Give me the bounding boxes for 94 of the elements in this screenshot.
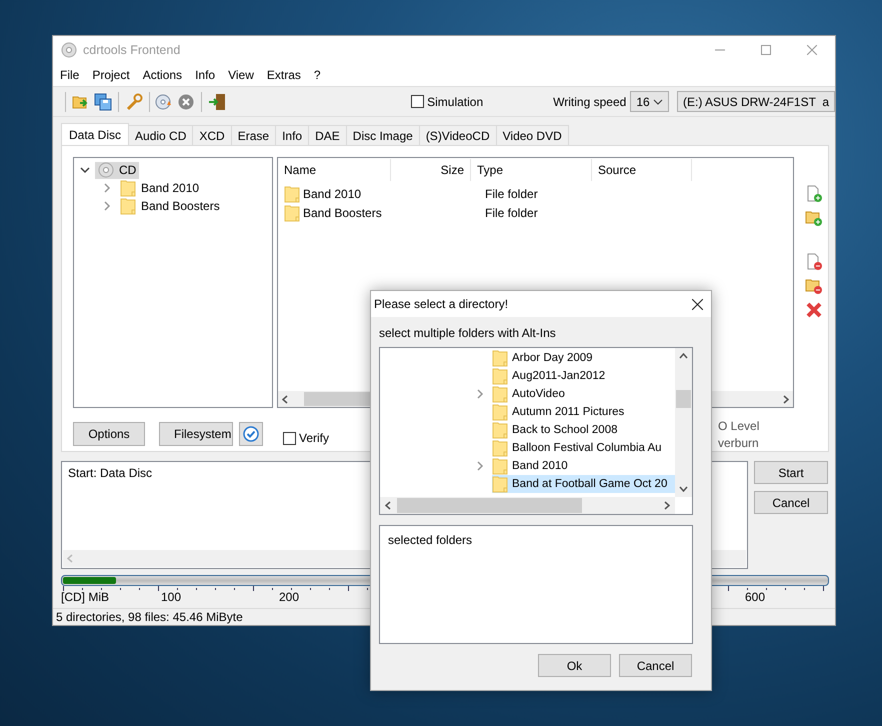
folder-item[interactable]: Balloon Festival Columbia Au xyxy=(492,439,672,457)
tree-item[interactable]: CD xyxy=(95,162,140,178)
folder-item[interactable]: Arbor Day 2009 xyxy=(492,349,603,367)
scroll-down-icon[interactable] xyxy=(679,486,688,492)
column-header[interactable]: Name xyxy=(278,159,391,181)
simulation-checkbox[interactable]: Simulation xyxy=(411,94,484,108)
action-button[interactable]: Start xyxy=(754,461,828,484)
disc-icon xyxy=(98,162,114,178)
scroll-thumb[interactable] xyxy=(397,498,582,513)
folder-icon xyxy=(492,385,508,403)
column-header[interactable]: Source xyxy=(592,159,692,181)
folder-item[interactable]: Autumn 2011 Pictures xyxy=(492,403,634,421)
name-cell: Band Boosters xyxy=(284,204,397,222)
menu-item[interactable]: Info xyxy=(189,68,222,82)
type-cell: File folder xyxy=(485,206,538,220)
add-folder-icon[interactable] xyxy=(805,209,823,227)
delete-icon[interactable] xyxy=(805,301,823,319)
options-button[interactable]: Options xyxy=(73,422,145,446)
caret-icon xyxy=(652,98,663,104)
folder-icon xyxy=(492,439,508,457)
writing-speed-label: Writing speed xyxy=(553,94,626,108)
folder-icon xyxy=(492,403,508,421)
close-icon[interactable] xyxy=(692,298,703,310)
tab[interactable]: Video DVD xyxy=(496,125,569,145)
action-button[interactable]: Cancel xyxy=(754,491,828,514)
folder-icon xyxy=(284,184,300,202)
selected-folders-label: selected folders xyxy=(388,533,472,547)
scale-label: [CD] MiB xyxy=(61,590,109,604)
scroll-left-icon[interactable] xyxy=(282,394,288,404)
tab[interactable]: (S)VideoCD xyxy=(418,125,497,145)
verify-checkbox[interactable]: Verify xyxy=(283,431,330,445)
dialog-title: Please select a directory! xyxy=(374,297,508,311)
menu-item[interactable]: File xyxy=(54,68,86,82)
remove-folder-icon[interactable] xyxy=(805,277,823,295)
scroll-right-icon[interactable] xyxy=(783,394,789,404)
collapse-chevron-icon[interactable] xyxy=(80,166,90,174)
vertical-scrollbar[interactable] xyxy=(675,348,692,497)
add-file-icon[interactable] xyxy=(805,185,823,203)
scale-label: 200 xyxy=(279,590,300,604)
scale-label: 600 xyxy=(745,590,766,604)
menu-item[interactable]: ? xyxy=(308,68,327,82)
remove-file-icon[interactable] xyxy=(805,253,823,271)
type-cell: File folder xyxy=(485,186,538,200)
drive-dropdown[interactable]: (E:) ASUS DRW-24F1ST a xyxy=(676,91,835,112)
dialog-button[interactable]: Ok xyxy=(538,654,611,677)
folder-item[interactable]: Band at Football Game Oct 20 xyxy=(492,475,675,493)
folder-item[interactable]: Aug2011-Jan2012 xyxy=(492,367,616,385)
folder-icon xyxy=(492,457,508,475)
dialog-button[interactable]: Cancel xyxy=(619,654,692,677)
menu-item[interactable]: Project xyxy=(86,68,136,82)
window-title: cdrtools Frontend xyxy=(83,43,182,57)
folder-item[interactable]: AutoVideo xyxy=(492,385,575,403)
check-button[interactable] xyxy=(239,422,263,446)
disc-icon xyxy=(61,42,77,58)
menu-item[interactable]: Extras xyxy=(260,68,307,82)
exit-icon[interactable] xyxy=(208,92,226,110)
tree-item[interactable]: Band 2010 xyxy=(117,180,202,196)
folder-icon xyxy=(492,349,508,367)
folder-icon xyxy=(284,204,300,222)
expand-chevron-icon[interactable] xyxy=(476,461,484,471)
save-icon[interactable] xyxy=(94,92,112,110)
maximize-icon[interactable] xyxy=(761,45,771,55)
menu-item[interactable]: View xyxy=(222,68,260,82)
menu-item[interactable]: Actions xyxy=(136,68,188,82)
checkmark-icon xyxy=(243,426,259,442)
tree-item[interactable]: Band Boosters xyxy=(117,198,223,214)
option-label: O Level xyxy=(718,418,760,435)
column-header[interactable]: Size xyxy=(391,159,471,181)
scroll-up-icon[interactable] xyxy=(679,353,688,359)
dialog-hint: select multiple folders with Alt-Ins xyxy=(379,326,557,342)
scroll-right-icon[interactable] xyxy=(664,501,670,510)
filesystem-button[interactable]: Filesystem xyxy=(159,422,233,446)
scroll-thumb[interactable] xyxy=(676,390,691,408)
folder-item[interactable]: Band 2010 xyxy=(492,457,578,475)
column-header[interactable]: Type xyxy=(471,159,592,181)
folder-icon xyxy=(492,475,508,493)
scroll-left-icon[interactable] xyxy=(385,501,391,510)
tab[interactable]: Disc Image xyxy=(346,125,420,145)
burn-disc-icon[interactable] xyxy=(155,92,174,110)
name-cell: Band 2010 xyxy=(284,184,397,202)
folder-item[interactable]: Back to School 2008 xyxy=(492,421,628,439)
folder-icon xyxy=(120,179,136,197)
log-line: Start: Data Disc xyxy=(68,466,154,480)
folder-icon xyxy=(492,421,508,439)
tab[interactable]: Data Disc xyxy=(61,123,130,145)
expand-chevron-icon[interactable] xyxy=(476,389,484,399)
folder-icon xyxy=(120,197,136,215)
wrench-icon[interactable] xyxy=(124,92,143,110)
folder-icon xyxy=(492,367,508,385)
option-label: verburn xyxy=(718,435,760,452)
speed-dropdown[interactable]: 16 xyxy=(630,91,669,112)
horizontal-scrollbar[interactable] xyxy=(380,497,675,514)
stop-icon[interactable] xyxy=(177,92,196,110)
scale-label: 100 xyxy=(161,590,182,604)
